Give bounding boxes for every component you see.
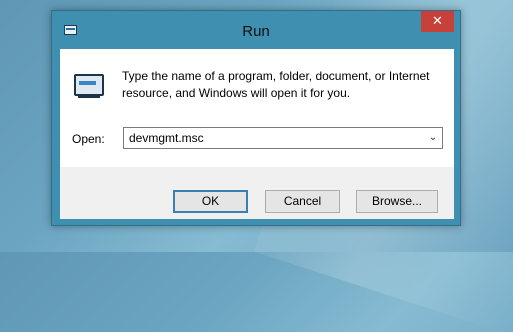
close-icon: ✕ [432, 13, 443, 28]
browse-button[interactable]: Browse... [356, 190, 438, 213]
open-combobox[interactable]: ⌄ [123, 127, 443, 149]
window-title: Run [242, 23, 270, 40]
close-button[interactable]: ✕ [421, 11, 454, 32]
open-input[interactable] [124, 128, 419, 148]
run-icon-base [78, 95, 100, 98]
title-bar[interactable]: Run ✕ [52, 11, 460, 49]
ok-button[interactable]: OK [173, 190, 248, 213]
run-icon-frame [74, 74, 104, 96]
dialog-description: Type the name of a program, folder, docu… [122, 69, 430, 100]
dialog-body: Type the name of a program, folder, docu… [60, 49, 454, 219]
run-program-icon [74, 74, 104, 98]
chevron-down-icon[interactable]: ⌄ [428, 132, 438, 144]
cancel-button[interactable]: Cancel [265, 190, 340, 213]
run-icon-bar [79, 81, 96, 85]
open-label: Open: [72, 132, 105, 146]
run-dialog-window: Run ✕ Type the name of a program, folder… [51, 10, 461, 226]
dialog-content-area: Type the name of a program, folder, docu… [60, 49, 454, 167]
